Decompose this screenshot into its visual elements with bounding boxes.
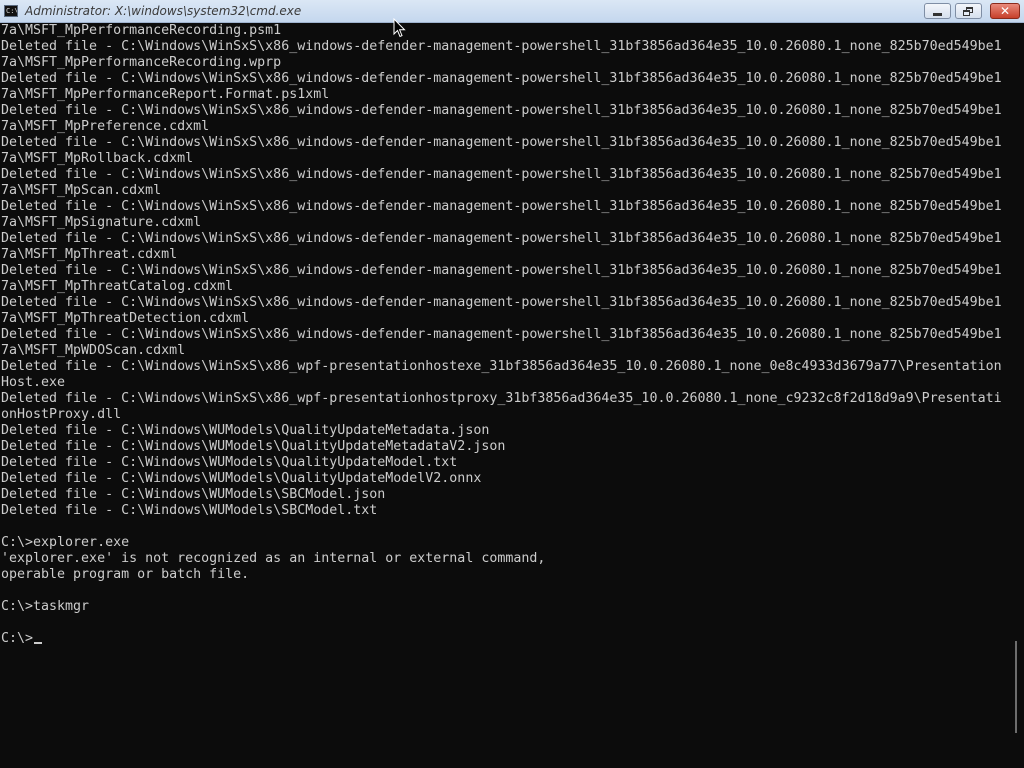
console-text: 7a\MSFT_MpPerformanceRecording.psm1 Delet…: [0, 23, 1008, 631]
console-line: 7a\MSFT_MpWDOScan.cdxml: [1, 343, 186, 358]
console-output[interactable]: 7a\MSFT_MpPerformanceRecording.psm1 Delet…: [0, 23, 1008, 768]
console-line: 7a\MSFT_MpThreat.cdxml: [1, 247, 178, 262]
console-line: Deleted file - C:\Windows\WUModels\Quali…: [1, 455, 458, 470]
console-line: 7a\MSFT_MpRollback.cdxml: [1, 151, 194, 166]
console-line: Deleted file - C:\Windows\WinSxS\x86_win…: [1, 167, 1002, 182]
console-line: Deleted file - C:\Windows\WUModels\Quali…: [1, 471, 482, 486]
scrollbar-thumb[interactable]: [1015, 641, 1017, 733]
text-cursor: [34, 642, 43, 644]
minimize-button[interactable]: [924, 3, 951, 19]
console-line: Deleted file - C:\Windows\WUModels\Quali…: [1, 439, 506, 454]
console-line: 7a\MSFT_MpPerformanceRecording.wprp: [1, 55, 282, 70]
mouse-pointer-icon: [393, 18, 406, 38]
console-line: Deleted file - C:\Windows\WinSxS\x86_win…: [1, 327, 1002, 342]
console-line: 7a\MSFT_MpPerformanceReport.Format.ps1xm…: [1, 87, 330, 102]
close-button[interactable]: ✕: [990, 3, 1020, 19]
window-title: Administrator: X:\windows\system32\cmd.e…: [25, 4, 302, 18]
cmd-app-icon[interactable]: C:\: [4, 5, 18, 17]
close-icon: ✕: [999, 4, 1011, 18]
console-line: Deleted file - C:\Windows\WinSxS\x86_wpf…: [1, 359, 1002, 374]
title-bar[interactable]: C:\ Administrator: X:\windows\system32\c…: [0, 0, 1024, 23]
console-line: Deleted file - C:\Windows\WinSxS\x86_win…: [1, 39, 1002, 54]
console-line: 'explorer.exe' is not recognized as an i…: [1, 551, 546, 566]
console-line: Deleted file - C:\Windows\WinSxS\x86_win…: [1, 295, 1002, 310]
console-line: Deleted file - C:\Windows\WinSxS\x86_win…: [1, 263, 1002, 278]
console-line: Deleted file - C:\Windows\WinSxS\x86_win…: [1, 135, 1002, 150]
console-line: onHostProxy.dll: [1, 407, 122, 422]
console-line: C:\>taskmgr: [1, 599, 90, 614]
console-line: operable program or batch file.: [1, 567, 250, 582]
console-line: Deleted file - C:\Windows\WinSxS\x86_win…: [1, 103, 1002, 118]
console-line: Deleted file - C:\Windows\WUModels\Quali…: [1, 423, 490, 438]
restore-icon: [963, 6, 974, 16]
console-line: 7a\MSFT_MpThreatDetection.cdxml: [1, 311, 250, 326]
console-line: 7a\MSFT_MpThreatCatalog.cdxml: [1, 279, 234, 294]
prompt-line[interactable]: C:\>: [0, 631, 1008, 647]
console-line: 7a\MSFT_MpSignature.cdxml: [1, 215, 202, 230]
console-line: C:\>explorer.exe: [1, 535, 130, 550]
vertical-scrollbar[interactable]: [1008, 23, 1024, 768]
console-line: Deleted file - C:\Windows\WUModels\SBCMo…: [1, 487, 386, 502]
console-line: Deleted file - C:\Windows\WinSxS\x86_win…: [1, 231, 1002, 246]
console-line: Deleted file - C:\Windows\WinSxS\x86_win…: [1, 199, 1002, 214]
console-line: Host.exe: [1, 375, 66, 390]
console-line: Deleted file - C:\Windows\WinSxS\x86_wpf…: [1, 391, 1002, 406]
restore-button[interactable]: [955, 3, 982, 19]
command-prompt: C:\>: [1, 631, 34, 646]
console-line: 7a\MSFT_MpScan.cdxml: [1, 183, 162, 198]
minimize-icon: [933, 12, 942, 16]
console-line: 7a\MSFT_MpPerformanceRecording.psm1: [1, 23, 282, 38]
console-line: Deleted file - C:\Windows\WinSxS\x86_win…: [1, 71, 1002, 86]
console-line: 7a\MSFT_MpPreference.cdxml: [1, 119, 210, 134]
cmd-window: C:\ Administrator: X:\windows\system32\c…: [0, 0, 1024, 768]
console-line: Deleted file - C:\Windows\WUModels\SBCMo…: [1, 503, 378, 518]
